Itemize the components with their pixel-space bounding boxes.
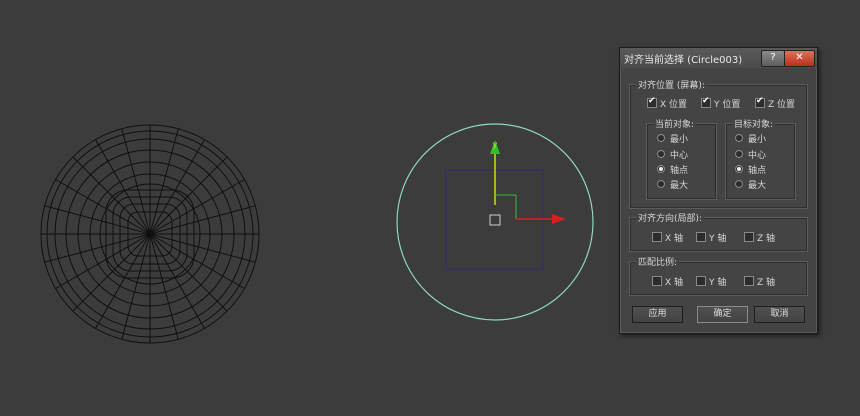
wireframe-object[interactable] [40, 124, 260, 344]
align-position-group: 对齐位置 (屏幕): X 位置 Y 位置 Z 位置 当前对象: 最小 中心 轴点… [629, 78, 808, 209]
wire-spoke [149, 233, 228, 312]
wire-spoke [55, 179, 151, 235]
dialog-titlebar[interactable]: 对齐当前选择 (Circle003) ? ✕ [620, 48, 817, 68]
match-scale-group: 匹配比例: X 轴 Y 轴 Z 轴 [629, 255, 808, 296]
orient-y-label: Y 轴 [709, 234, 727, 244]
z-position-checkbox[interactable]: Z 位置 [755, 96, 796, 110]
current-center-radio[interactable]: 中心 [657, 148, 688, 161]
y-axis-label: y [493, 140, 497, 149]
target-object-label: 目标对象: [732, 117, 776, 130]
wire-spoke [121, 233, 151, 340]
scale-x-checkbox[interactable]: X 轴 [652, 275, 683, 288]
orient-z-checkbox[interactable]: Z 轴 [744, 231, 775, 244]
current-max-radio[interactable]: 最大 [657, 178, 688, 191]
current-pivot-label: 轴点 [670, 166, 689, 176]
wire-spoke [121, 128, 151, 235]
cancel-button[interactable]: 取消 [754, 306, 805, 323]
current-min-radio[interactable]: 最小 [657, 132, 688, 145]
ok-button[interactable]: 确定 [697, 306, 748, 323]
checkbox-checked-icon [755, 96, 765, 108]
wire-spoke [72, 233, 151, 312]
wire-spoke [149, 205, 256, 235]
target-pivot-label: 轴点 [748, 166, 767, 176]
orient-x-checkbox[interactable]: X 轴 [652, 231, 683, 244]
wire-spoke [44, 233, 151, 263]
wire-spoke [149, 156, 228, 235]
scale-z-checkbox[interactable]: Z 轴 [744, 275, 775, 288]
wire-spoke [95, 139, 151, 235]
wire-spoke [149, 233, 256, 263]
orient-y-checkbox[interactable]: Y 轴 [696, 231, 726, 244]
align-position-label: 对齐位置 (屏幕): [636, 78, 707, 91]
target-max-radio[interactable]: 最大 [735, 178, 766, 191]
current-pivot-radio[interactable]: 轴点 [657, 163, 688, 176]
scale-y-label: Y 轴 [709, 278, 727, 288]
apply-button[interactable]: 应用 [632, 306, 683, 323]
current-min-label: 最小 [670, 135, 689, 145]
target-max-label: 最大 [748, 181, 767, 191]
wire-spoke [149, 233, 179, 340]
wire-spoke [44, 205, 151, 235]
current-center-label: 中心 [670, 151, 689, 161]
dialog-title: 对齐当前选择 (Circle003) [624, 55, 743, 66]
target-min-label: 最小 [748, 135, 767, 145]
wire-spoke [149, 139, 205, 235]
wire-spoke [149, 128, 179, 235]
wire-spoke [149, 233, 245, 289]
current-max-label: 最大 [670, 181, 689, 191]
y-position-checkbox[interactable]: Y 位置 [701, 96, 741, 110]
scale-x-label: X 轴 [665, 278, 684, 288]
scale-z-label: Z 轴 [757, 278, 776, 288]
transform-gizmo[interactable]: y [489, 140, 566, 226]
match-scale-label: 匹配比例: [636, 255, 680, 268]
current-object-label: 当前对象: [653, 117, 697, 130]
target-center-radio[interactable]: 中心 [735, 148, 766, 161]
align-orientation-group: 对齐方向(局部): X 轴 Y 轴 Z 轴 [629, 211, 808, 252]
target-pivot-radio[interactable]: 轴点 [735, 163, 766, 176]
help-button[interactable]: ? [761, 50, 785, 67]
orient-x-label: X 轴 [665, 234, 684, 244]
target-object-group: 目标对象: 最小 中心 轴点 最大 [725, 117, 796, 200]
close-button[interactable]: ✕ [784, 50, 815, 67]
wire-spoke [72, 156, 151, 235]
x-position-label: X 位置 [660, 100, 688, 110]
current-object-group: 当前对象: 最小 中心 轴点 最大 [646, 117, 717, 200]
target-min-radio[interactable]: 最小 [735, 132, 766, 145]
checkbox-checked-icon [647, 96, 657, 108]
x-position-checkbox[interactable]: X 位置 [647, 96, 688, 110]
z-position-label: Z 位置 [768, 100, 796, 110]
target-center-label: 中心 [748, 151, 767, 161]
wire-spoke [149, 233, 205, 329]
align-orientation-label: 对齐方向(局部): [636, 211, 705, 224]
checkbox-checked-icon [701, 96, 711, 108]
wire-spoke [55, 233, 151, 289]
wire-spoke [95, 233, 151, 329]
wire-spoke [149, 179, 245, 235]
y-position-label: Y 位置 [714, 100, 741, 110]
orient-z-label: Z 轴 [757, 234, 776, 244]
scale-y-checkbox[interactable]: Y 轴 [696, 275, 726, 288]
align-selection-dialog[interactable]: 对齐当前选择 (Circle003) ? ✕ 对齐位置 (屏幕): X 位置 Y… [619, 47, 818, 334]
